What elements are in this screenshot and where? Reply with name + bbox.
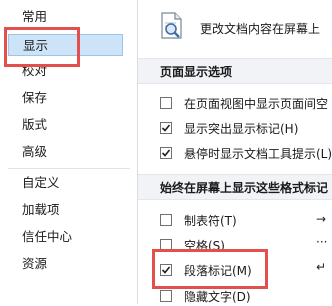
options-category-nav: 常用 显示 校对 保存 版式 高级 自定义 加载项 信任中心 资源 bbox=[0, 0, 138, 304]
display-settings-panel: 更改文档内容在屏幕上 页面显示选项 在页面视图中显示页面间空 显示突出显示标记(… bbox=[138, 0, 332, 304]
option-label: 制表符(T) bbox=[184, 214, 237, 228]
nav-item-general[interactable]: 常用 bbox=[8, 6, 123, 28]
checkbox[interactable] bbox=[160, 97, 172, 109]
tab-mark-icon: → bbox=[316, 212, 327, 226]
space-mark-icon: ··· bbox=[316, 235, 328, 249]
nav-item-resources[interactable]: 资源 bbox=[8, 253, 123, 275]
nav-item-proofing[interactable]: 校对 bbox=[8, 60, 123, 82]
nav-item-layout[interactable]: 版式 bbox=[8, 114, 123, 136]
checkbox-checked[interactable] bbox=[160, 122, 172, 134]
nav-item-advanced[interactable]: 高级 bbox=[8, 141, 123, 163]
option-label: 显示突出显示标记(H) bbox=[184, 122, 299, 136]
nav-item-customize[interactable]: 自定义 bbox=[8, 172, 123, 194]
option-label: 悬停时显示文档工具提示(L) bbox=[184, 147, 332, 161]
option-label: 隐藏文字(D) bbox=[184, 290, 251, 304]
checkbox[interactable] bbox=[160, 239, 172, 251]
checkbox[interactable] bbox=[160, 214, 172, 226]
checkbox-checked[interactable] bbox=[160, 264, 172, 276]
nav-item-display[interactable]: 显示 bbox=[8, 34, 123, 56]
checkbox-checked[interactable] bbox=[160, 147, 172, 159]
section-format-marks-title: 始终在屏幕上显示这些格式标记 bbox=[138, 174, 332, 200]
checkbox[interactable] bbox=[160, 290, 172, 302]
document-magnifier-icon bbox=[160, 12, 184, 40]
option-label: 在页面视图中显示页面间空 bbox=[184, 97, 329, 111]
paragraph-mark-icon: ↵ bbox=[316, 260, 327, 274]
option-label: 空格(S) bbox=[184, 239, 225, 253]
nav-item-trust-center[interactable]: 信任中心 bbox=[8, 226, 123, 248]
section-page-display-title: 页面显示选项 bbox=[138, 58, 332, 84]
nav-item-addins[interactable]: 加载项 bbox=[8, 199, 123, 221]
nav-item-save[interactable]: 保存 bbox=[8, 87, 123, 109]
nav-divider bbox=[8, 168, 130, 169]
panel-header-text: 更改文档内容在屏幕上 bbox=[200, 22, 321, 36]
option-label: 段落标记(M) bbox=[184, 264, 252, 278]
